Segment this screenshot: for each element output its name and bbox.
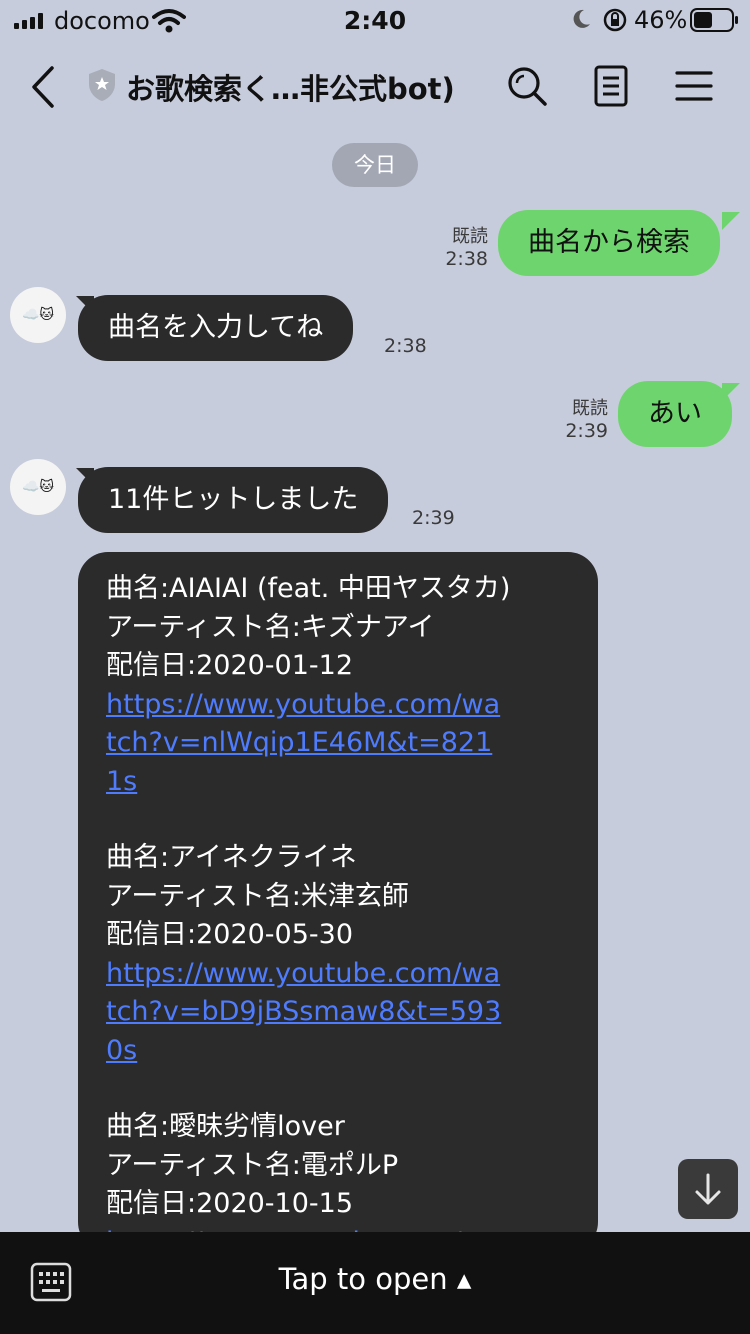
back-icon[interactable] bbox=[28, 64, 62, 110]
bottom-bar: Tap to open ▴ bbox=[0, 1232, 750, 1334]
outgoing-message-bubble[interactable]: 曲名から検索 bbox=[498, 210, 720, 276]
message-text: 曲名を入力してね bbox=[108, 312, 324, 343]
shield-icon bbox=[89, 69, 115, 101]
result-item: 曲名:曖昧劣情lover アーティスト名:電ポルP 配信日:2020-10-15… bbox=[106, 1108, 570, 1252]
result-artist: アーティスト名:米津玄師 bbox=[106, 880, 409, 912]
result-date: 配信日:2020-05-30 bbox=[106, 919, 354, 950]
chat-title: お歌検索く…非公式bot) bbox=[126, 72, 455, 106]
message-time: 2:39 bbox=[412, 507, 455, 529]
message-text: 曲名から検索 bbox=[528, 227, 690, 258]
search-icon[interactable] bbox=[503, 62, 551, 110]
scroll-to-bottom-button[interactable] bbox=[678, 1159, 738, 1219]
tap-to-open-button[interactable]: Tap to open ▴ bbox=[0, 1262, 750, 1296]
note-icon[interactable] bbox=[588, 62, 636, 110]
incoming-message-bubble[interactable]: 曲名を入力してね bbox=[78, 295, 354, 361]
message-time: 2:38 bbox=[445, 248, 488, 270]
result-item: 曲名:AIAIAI (feat. 中田ヤスタカ) アーティスト名:キズナアイ 配… bbox=[106, 570, 570, 801]
result-song: 曲名:AIAIAI (feat. 中田ヤスタカ) bbox=[106, 573, 511, 604]
result-date: 配信日:2020-10-15 bbox=[106, 1188, 354, 1219]
search-results-bubble[interactable]: 曲名:AIAIAI (feat. 中田ヤスタカ) アーティスト名:キズナアイ 配… bbox=[78, 552, 598, 1252]
result-link[interactable]: https://www.youtube.com/watch?v=bD9jBSsm… bbox=[106, 955, 506, 1071]
moon-icon bbox=[573, 9, 590, 28]
menu-icon[interactable] bbox=[670, 62, 718, 110]
rotation-lock-icon bbox=[603, 8, 627, 32]
result-song: 曲名:アイネクライネ bbox=[106, 842, 357, 873]
message-text: 11件ヒットしました bbox=[108, 484, 359, 515]
bot-avatar[interactable]: ☁️🐱 bbox=[10, 287, 66, 343]
incoming-message-bubble[interactable]: 11件ヒットしました bbox=[78, 467, 389, 533]
bot-avatar[interactable]: ☁️🐱 bbox=[10, 459, 66, 515]
message-time: 2:39 bbox=[565, 420, 608, 442]
date-divider: 今日 bbox=[332, 143, 418, 187]
result-link[interactable]: https://www.youtube.com/watch?v=nlWqip1E… bbox=[106, 686, 506, 802]
battery-icon bbox=[690, 8, 738, 32]
outgoing-message-bubble[interactable]: あい bbox=[618, 381, 732, 447]
chat-header: お歌検索く…非公式bot) bbox=[0, 42, 750, 132]
result-date: 配信日:2020-01-12 bbox=[106, 650, 354, 681]
bubble-tail bbox=[722, 212, 740, 230]
message-meta: 既読 2:38 bbox=[420, 226, 488, 270]
message-text: あい bbox=[648, 398, 702, 429]
result-item: 曲名:アイネクライネ アーティスト名:米津玄師 配信日:2020-05-30 h… bbox=[106, 839, 570, 1070]
arrow-down-icon bbox=[695, 1173, 721, 1205]
bubble-tail bbox=[722, 383, 740, 401]
result-artist: アーティスト名:キズナアイ bbox=[106, 611, 435, 643]
battery-percent: 46% bbox=[634, 6, 688, 34]
read-receipt: 既読 bbox=[572, 398, 608, 419]
result-song: 曲名:曖昧劣情lover bbox=[106, 1111, 345, 1142]
read-receipt: 既読 bbox=[452, 226, 488, 247]
status-bar: docomo 2:40 46% bbox=[0, 0, 750, 42]
message-meta: 既読 2:39 bbox=[540, 398, 608, 442]
result-artist: アーティスト名:電ポルP bbox=[106, 1149, 399, 1181]
message-time: 2:38 bbox=[384, 335, 427, 357]
